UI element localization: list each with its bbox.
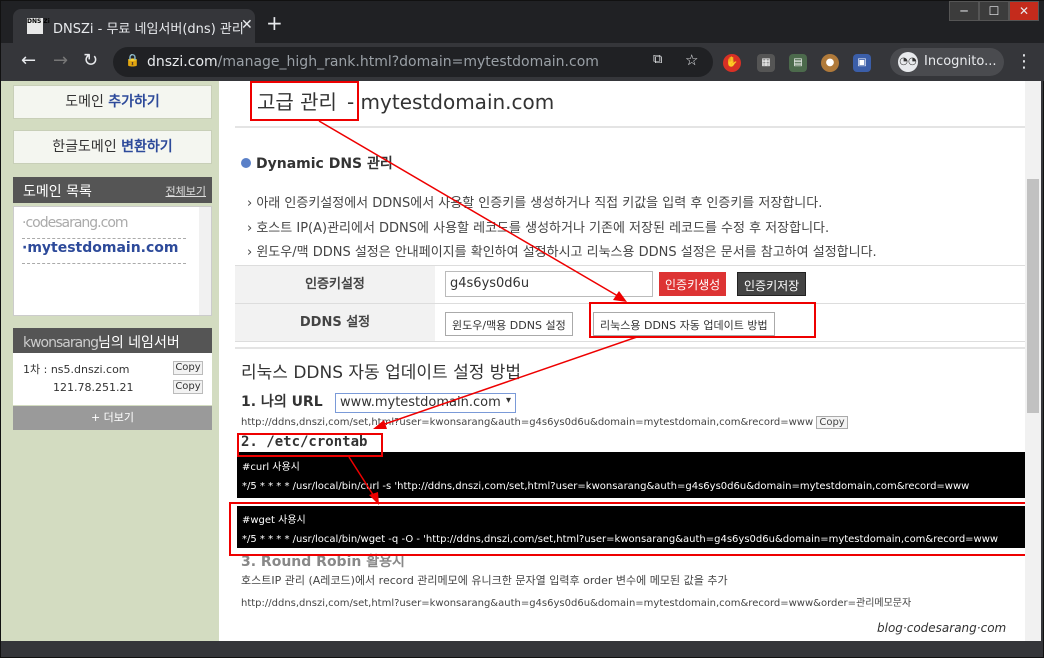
extension-icon[interactable]: ▦ [757,54,775,72]
new-tab-icon[interactable]: + [266,13,283,33]
watermark: blog·codesarang·com [877,621,1007,635]
address-bar[interactable]: 🔒 dnszi.com/manage_high_rank.html?domain… [113,47,713,77]
lock-icon: 🔒 [125,53,140,67]
page-content: 도메인 추가하기 한글도메인 변환하기 도메인 목록 전체보기 ·codesar… [1,81,1041,641]
incognito-badge[interactable]: ◔◔ Incognito... [890,48,1004,76]
adblock-icon[interactable]: ✋ [723,54,741,72]
menu-icon[interactable]: ⋮ [1015,53,1033,71]
close-window-icon[interactable]: ✕ [1009,1,1039,21]
dnszi-favicon-icon: DNS Zi [27,18,50,34]
incognito-label: Incognito... [924,54,997,69]
browser-window: DNS Zi DNSZi - 무료 네임서버(dns) 관리 ✕ + ─ ☐ ✕… [0,0,1044,658]
close-tab-icon[interactable]: ✕ [241,17,253,33]
tab-strip: DNS Zi DNSZi - 무료 네임서버(dns) 관리 ✕ + ─ ☐ ✕ [1,1,1044,43]
incognito-icon: ◔◔ [898,52,918,72]
translate-icon[interactable]: ⧉ [653,52,662,67]
bookmark-star-icon[interactable]: ☆ [685,51,698,69]
cookie-icon[interactable]: ● [821,54,839,72]
annotation-arrows [318,120,638,505]
url-domain: dnszi.com [147,54,218,70]
tab-title: DNSZi - 무료 네임서버(dns) 관리 [53,22,244,37]
scrollbar-thumb[interactable] [1027,179,1039,413]
back-icon[interactable]: ← [21,52,36,70]
extension-icon[interactable]: ▣ [853,54,871,72]
extension-icon[interactable]: ▤ [789,54,807,72]
maximize-icon[interactable]: ☐ [979,1,1009,21]
reload-icon[interactable]: ↻ [83,52,98,70]
minimize-icon[interactable]: ─ [949,1,979,21]
url-path: /manage_high_rank.html?domain=mytestdoma… [217,54,599,70]
browser-tab[interactable]: DNS Zi DNSZi - 무료 네임서버(dns) 관리 ✕ [13,9,255,43]
forward-icon[interactable]: → [53,52,68,70]
